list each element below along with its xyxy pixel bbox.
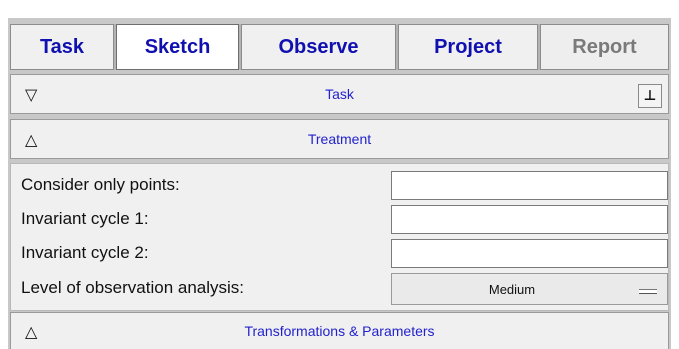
triangle-up-icon[interactable]: △ [25, 130, 37, 149]
invariant-cycle1-input[interactable] [391, 205, 668, 234]
section-task-header[interactable]: ▽ Task ⊥ [10, 74, 669, 114]
invariant-cycle1-row: Invariant cycle 1: [11, 202, 668, 236]
invariant-cycle1-label: Invariant cycle 1: [21, 209, 149, 228]
section-treatment-header[interactable]: △ Treatment [10, 119, 669, 159]
treatment-form: Consider only points: Invariant cycle 1:… [10, 163, 669, 311]
pin-icon[interactable]: ⊥ [638, 84, 662, 108]
consider-points-row: Consider only points: [11, 168, 668, 202]
tab-task[interactable]: Task [10, 24, 114, 70]
tab-sketch[interactable]: Sketch [116, 24, 239, 70]
invariant-cycle2-input[interactable] [391, 239, 668, 268]
tab-bar: Task Sketch Observe Project Report [10, 24, 669, 70]
consider-points-input[interactable] [391, 171, 668, 200]
observation-level-value: Medium [488, 281, 536, 297]
dropdown-handle-icon[interactable] [639, 289, 657, 294]
observation-level-row: Level of observation analysis: Medium [11, 271, 668, 305]
triangle-up-icon[interactable]: △ [25, 322, 37, 341]
section-transformations-header[interactable]: △ Transformations & Parameters [10, 312, 669, 349]
section-task-title: Task [325, 86, 354, 102]
consider-points-label: Consider only points: [21, 175, 180, 194]
section-transformations-title: Transformations & Parameters [244, 323, 435, 339]
invariant-cycle2-label: Invariant cycle 2: [21, 243, 149, 262]
observation-level-label: Level of observation analysis: [21, 278, 245, 297]
triangle-down-icon[interactable]: ▽ [25, 85, 37, 104]
section-treatment-title: Treatment [307, 131, 372, 147]
observation-level-select[interactable]: Medium [391, 273, 668, 305]
tab-project[interactable]: Project [398, 24, 538, 70]
tab-observe[interactable]: Observe [241, 24, 396, 70]
invariant-cycle2-row: Invariant cycle 2: [11, 236, 668, 270]
tab-report[interactable]: Report [540, 24, 669, 70]
